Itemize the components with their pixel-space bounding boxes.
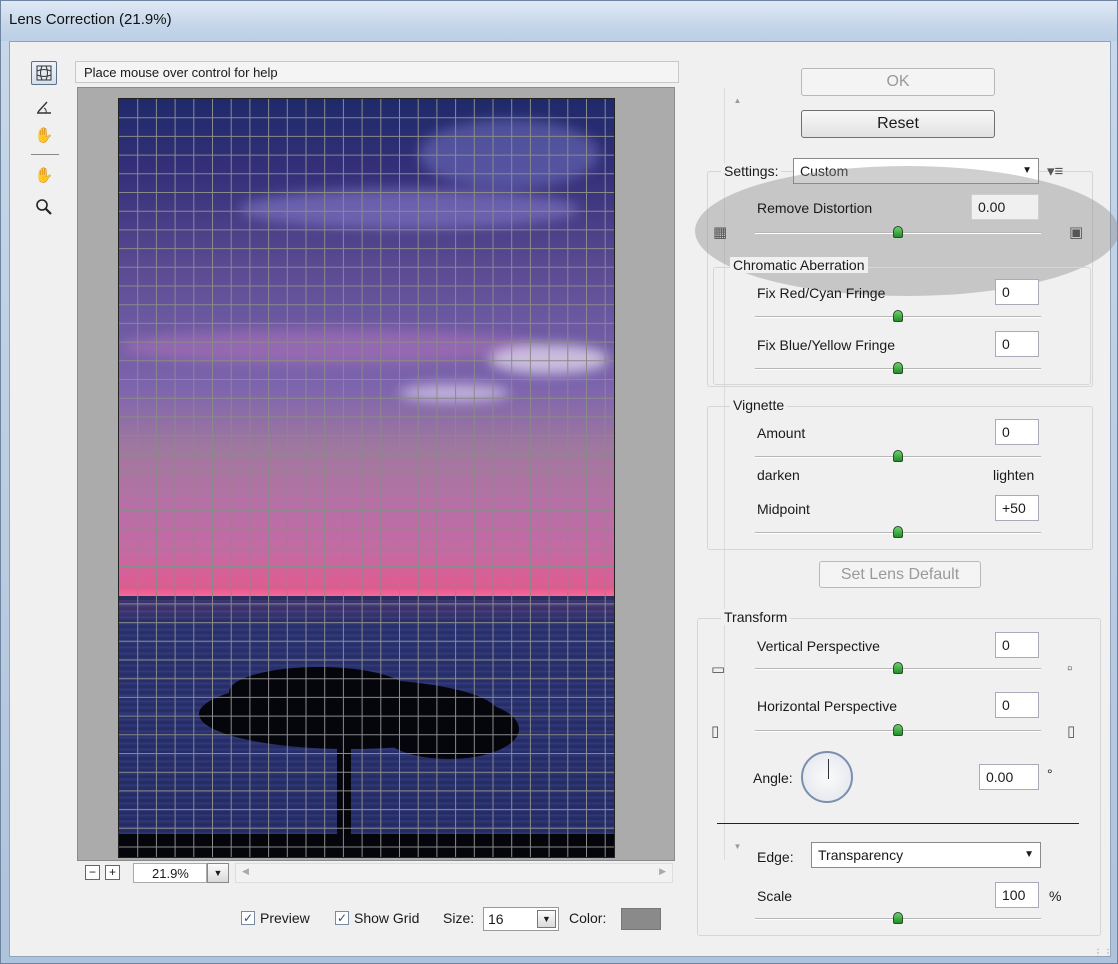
color-label: Color: — [569, 910, 607, 926]
angle-dial[interactable] — [801, 751, 853, 803]
zoom-in-button[interactable]: + — [105, 865, 120, 880]
lens-correction-window: Lens Correction (21.9%) ✋ ✋ Place mouse … — [0, 0, 1118, 964]
hand-tool-icon[interactable]: ✋ — [31, 163, 57, 187]
angle-field[interactable]: 0.00 — [979, 764, 1039, 790]
window-title: Lens Correction (21.9%) — [9, 11, 172, 28]
transform-separator — [717, 823, 1079, 824]
zoom-bar: − + 21.9% ▼ ◀ ▶ — [77, 863, 675, 883]
horizontal-scrollbar[interactable]: ◀ ▶ — [235, 863, 673, 883]
transform-title: Transform — [721, 609, 791, 625]
ok-button[interactable]: OK — [801, 68, 995, 96]
angle-unit: ° — [1047, 766, 1053, 782]
scale-thumb[interactable] — [893, 912, 903, 924]
reset-button[interactable]: Reset — [801, 110, 995, 138]
straighten-tool-icon[interactable] — [31, 95, 57, 119]
horizontal-perspective-field[interactable]: 0 — [995, 692, 1039, 718]
zoom-out-button[interactable]: − — [85, 865, 100, 880]
zoom-tool-icon[interactable] — [31, 195, 57, 219]
horizontal-perspective-right-icon: ▯ — [1067, 723, 1076, 740]
scroll-up-icon[interactable]: ▲ — [729, 92, 746, 109]
edge-dropdown[interactable]: Transparency ▼ — [811, 842, 1041, 868]
vignette-title: Vignette — [730, 397, 788, 413]
preview-label: Preview — [260, 910, 310, 926]
midpoint-field[interactable]: +50 — [995, 495, 1039, 521]
grid-color-swatch[interactable] — [621, 908, 661, 930]
horizontal-perspective-left-icon: ▯ — [711, 723, 720, 740]
size-dropdown-icon[interactable]: ▼ — [537, 910, 556, 928]
preview-image — [118, 98, 615, 858]
size-label: Size: — [443, 910, 475, 926]
move-grid-tool-icon[interactable]: ✋ — [31, 123, 57, 147]
blue-yellow-field[interactable]: 0 — [995, 331, 1039, 357]
angle-label: Angle: — [753, 770, 793, 786]
blue-yellow-thumb[interactable] — [893, 362, 903, 374]
scale-field[interactable]: 100 — [995, 882, 1039, 908]
midpoint-label: Midpoint — [757, 501, 810, 517]
set-lens-default-button[interactable]: Set Lens Default — [819, 561, 981, 588]
edge-dropdown-icon: ▼ — [1024, 849, 1034, 860]
midpoint-thumb[interactable] — [893, 526, 903, 538]
horizontal-perspective-label: Horizontal Perspective — [757, 698, 898, 714]
zoom-dropdown-icon[interactable]: ▼ — [207, 863, 229, 883]
vertical-perspective-label: Vertical Perspective — [757, 638, 880, 654]
angle-needle — [828, 759, 829, 779]
amount-thumb[interactable] — [893, 450, 903, 462]
horizontal-perspective-thumb[interactable] — [893, 724, 903, 736]
show-grid-label: Show Grid — [354, 910, 420, 926]
help-bar: Place mouse over control for help — [75, 61, 679, 83]
pincushion-icon: ▦ — [713, 224, 728, 241]
vertical-perspective-thumb[interactable] — [893, 662, 903, 674]
preview-canvas[interactable]: ▲ ▼ — [77, 87, 751, 861]
vertical-perspective-left-icon: ▭ — [711, 661, 726, 678]
darken-label: darken — [757, 467, 800, 483]
scale-label: Scale — [757, 888, 793, 904]
preview-checkbox[interactable]: ✓ Preview — [241, 907, 310, 929]
blue-yellow-label: Fix Blue/Yellow Fringe — [757, 337, 895, 353]
remove-distortion-thumb[interactable] — [893, 226, 903, 238]
lighten-label: lighten — [993, 467, 1035, 483]
resize-grip-icon[interactable]: ⋮⋮ — [1093, 948, 1113, 959]
title-bar: Lens Correction (21.9%) — [1, 1, 1117, 41]
settings-menu-icon[interactable]: ▾≡ — [1047, 162, 1063, 180]
show-grid-check-icon[interactable]: ✓ — [335, 911, 349, 925]
scale-unit: % — [1049, 888, 1062, 904]
show-grid-checkbox[interactable]: ✓ Show Grid — [335, 907, 419, 929]
settings-dropdown-icon: ▼ — [1022, 165, 1032, 176]
chromatic-aberration-title: Chromatic Aberration — [730, 257, 868, 273]
barrel-icon: ▣ — [1069, 224, 1084, 241]
red-cyan-field[interactable]: 0 — [995, 279, 1039, 305]
zoom-level-field[interactable]: 21.9% — [133, 863, 207, 883]
red-cyan-label: Fix Red/Cyan Fringe — [757, 285, 886, 301]
settings-label: Settings: — [721, 163, 782, 179]
grid-overlay — [119, 99, 614, 857]
scroll-right-icon[interactable]: ▶ — [659, 866, 666, 877]
remove-distortion-tool-icon[interactable] — [31, 61, 57, 85]
amount-field[interactable]: 0 — [995, 419, 1039, 445]
vertical-perspective-field[interactable]: 0 — [995, 632, 1039, 658]
edge-value: Transparency — [818, 847, 904, 863]
tool-separator — [31, 154, 59, 155]
amount-label: Amount — [757, 425, 806, 441]
remove-distortion-label: Remove Distortion — [757, 200, 873, 216]
red-cyan-thumb[interactable] — [893, 310, 903, 322]
scroll-left-icon[interactable]: ◀ — [242, 866, 249, 877]
remove-distortion-field[interactable]: 0.00 — [971, 194, 1039, 220]
preview-check-icon[interactable]: ✓ — [241, 911, 255, 925]
vertical-perspective-right-icon: ▫ — [1067, 660, 1073, 677]
edge-label: Edge: — [757, 849, 794, 865]
